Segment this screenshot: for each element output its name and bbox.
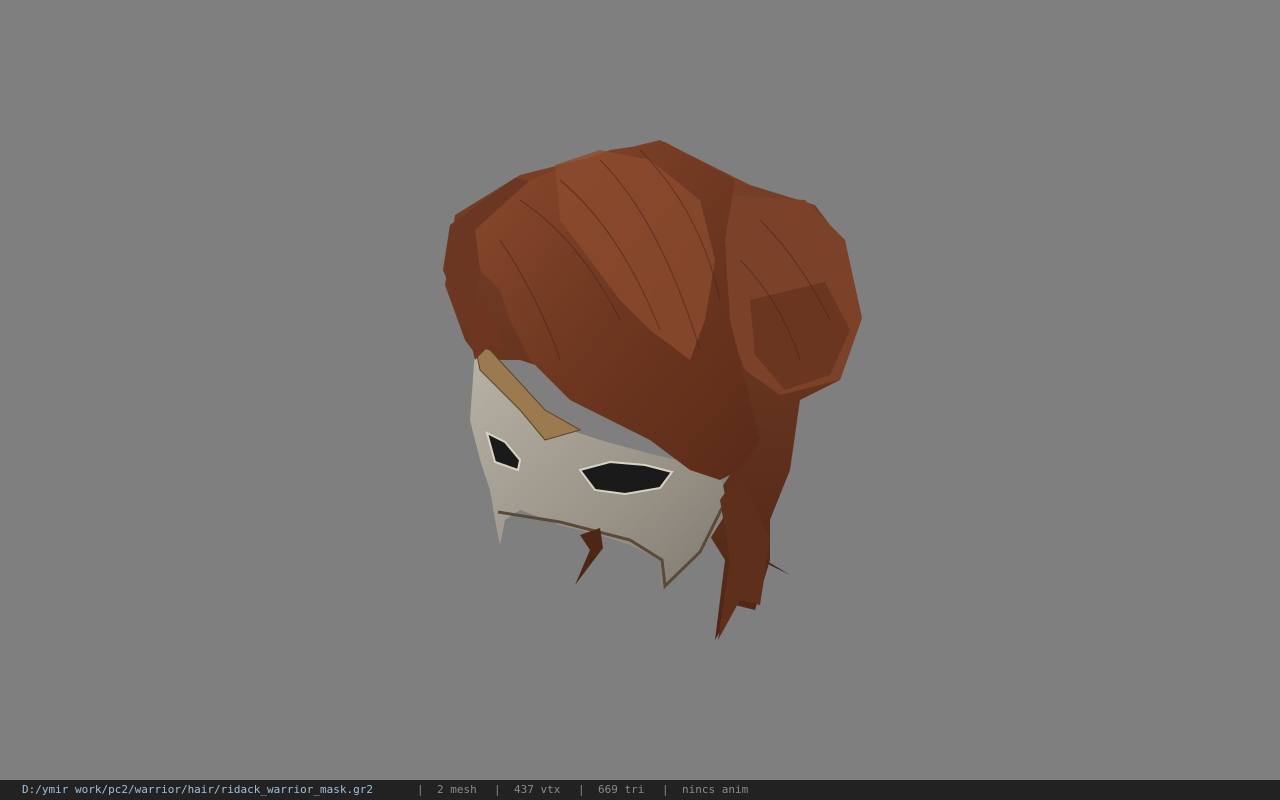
separator: | — [578, 783, 585, 796]
model-viewport[interactable] — [0, 0, 1280, 780]
status-bar: D:/ymir work/pc2/warrior/hair/ridack_war… — [0, 780, 1280, 800]
file-path: D:/ymir work/pc2/warrior/hair/ridack_war… — [22, 783, 373, 796]
animation-status: nincs anim — [682, 783, 749, 796]
separator: | — [417, 783, 424, 796]
separator: | — [662, 783, 669, 796]
hair-mask-model — [443, 140, 862, 640]
hair-strand-thin — [765, 560, 790, 575]
triangle-count: 669 tri — [598, 783, 645, 796]
separator: | — [494, 783, 501, 796]
vertex-count: 437 vtx — [514, 783, 561, 796]
mesh-count: 2 mesh — [437, 783, 477, 796]
hair-strand-left — [575, 528, 603, 585]
